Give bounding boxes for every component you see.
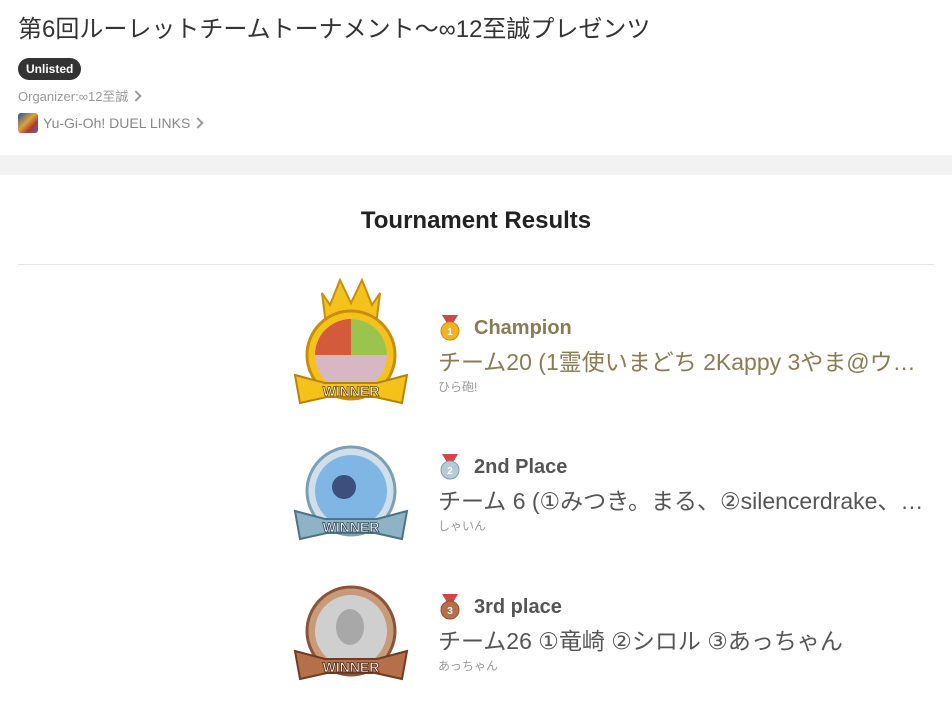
- rank-entry-1: WINNER 1 Champion チーム20 (1霊使いまどち 2Kappy …: [0, 273, 952, 413]
- game-name: Yu-Gi-Oh! DUEL LINKS: [43, 115, 191, 131]
- chevron-right-icon: [192, 117, 204, 129]
- team-name[interactable]: チーム26 ①竜崎 ②シロル ③あっちゃん: [438, 626, 932, 656]
- medal-winner-text: WINNER: [323, 383, 380, 399]
- bronze-winner-medal-icon[interactable]: WINNER: [280, 565, 422, 707]
- game-icon: [18, 113, 38, 133]
- place-label: 3rd place: [474, 596, 562, 618]
- place-row: 1 Champion: [438, 315, 938, 341]
- section-divider: [0, 155, 952, 175]
- team-leader: あっちゃん: [438, 659, 499, 673]
- unlisted-badge: Unlisted: [18, 58, 82, 80]
- team-name[interactable]: チーム 6 (①みつき。まる、②silencerdrake、③…: [438, 486, 932, 516]
- place-row: 3 3rd place: [438, 594, 938, 620]
- medal-winner-text: WINNER: [323, 659, 380, 675]
- svg-text:1: 1: [447, 327, 453, 338]
- team-name[interactable]: チーム20 (1霊使いまどち 2Kappy 3やま@ウェ…: [438, 347, 932, 377]
- gold-medal-icon: 1: [440, 315, 460, 341]
- team-leader: ひら砲!: [438, 380, 478, 394]
- silver-medal-icon: 2: [440, 454, 460, 480]
- place-row: 2 2nd Place: [438, 454, 938, 480]
- second-place-info: 2 2nd Place チーム 6 (①みつき。まる、②silencerdrak…: [438, 454, 938, 534]
- chevron-right-icon: [130, 90, 143, 102]
- silver-winner-medal-icon[interactable]: WINNER: [280, 425, 422, 567]
- organizer-link[interactable]: Organizer:∞12至誠: [18, 89, 934, 105]
- svg-text:3: 3: [447, 606, 453, 617]
- game-link[interactable]: Yu-Gi-Oh! DUEL LINKS: [18, 113, 934, 133]
- gold-winner-medal-icon[interactable]: WINNER: [280, 275, 422, 417]
- rank-entry-3: WINNER 3 3rd place チーム26 ①竜崎 ②シロル ③あっちゃん…: [0, 553, 952, 693]
- bronze-medal-icon: 3: [440, 594, 460, 620]
- results-heading: Tournament Results: [360, 207, 592, 234]
- svg-text:2: 2: [447, 466, 453, 477]
- organizer-label: Organizer:∞12至誠: [18, 89, 129, 104]
- tournament-title: 第6回ルーレットチームトーナメント〜∞12至誠プレゼンツ: [18, 16, 651, 43]
- place-label: Champion: [474, 317, 572, 339]
- team-leader: しゃいん: [438, 519, 487, 533]
- third-place-info: 3 3rd place チーム26 ①竜崎 ②シロル ③あっちゃん あっちゃん: [438, 594, 938, 674]
- place-label: 2nd Place: [474, 456, 568, 478]
- results-divider: [18, 264, 934, 265]
- tournament-header: 第6回ルーレットチームトーナメント〜∞12至誠プレゼンツ Unlisted Or…: [0, 0, 952, 141]
- rank-entry-2: WINNER 2 2nd Place チーム 6 (①みつき。まる、②silen…: [0, 413, 952, 553]
- champion-info: 1 Champion チーム20 (1霊使いまどち 2Kappy 3やま@ウェ……: [438, 315, 938, 395]
- medal-winner-text: WINNER: [323, 519, 380, 535]
